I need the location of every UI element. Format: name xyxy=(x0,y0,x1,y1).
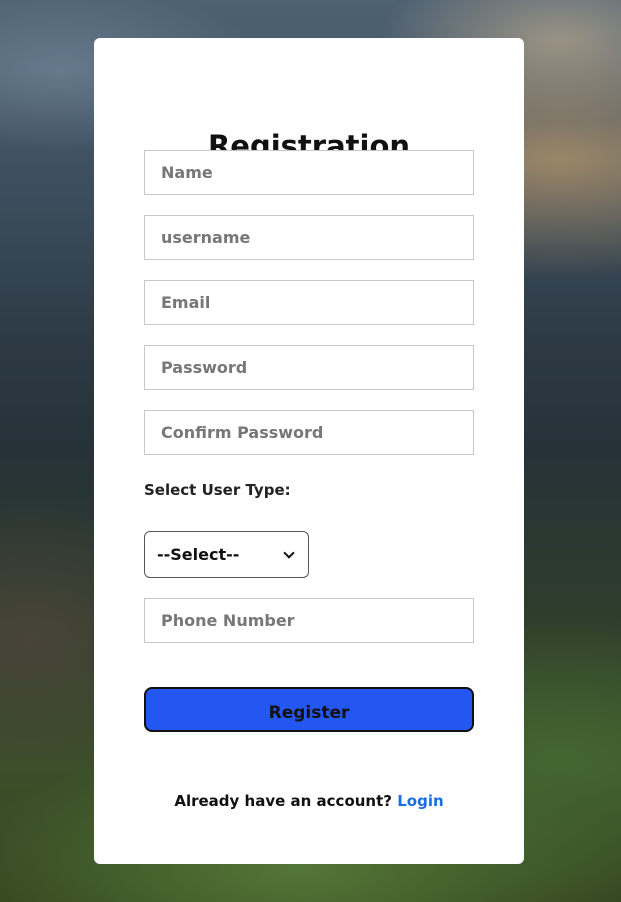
login-link[interactable]: Login xyxy=(397,792,443,810)
user-type-select[interactable]: --Select-- xyxy=(144,531,309,578)
login-prompt: Already have an account? Login xyxy=(94,791,524,811)
chevron-down-icon xyxy=(282,548,296,562)
username-input[interactable] xyxy=(144,215,474,260)
password-input[interactable] xyxy=(144,345,474,390)
user-type-selected-value: --Select-- xyxy=(157,545,240,564)
phone-number-input[interactable] xyxy=(144,598,474,643)
login-prompt-text: Already have an account? xyxy=(174,792,392,810)
registration-card: Registration Select User Type: --Select-… xyxy=(94,38,524,864)
email-input[interactable] xyxy=(144,280,474,325)
confirm-password-input[interactable] xyxy=(144,410,474,455)
user-type-label: Select User Type: xyxy=(144,481,291,499)
register-button[interactable]: Register xyxy=(144,687,474,732)
name-input[interactable] xyxy=(144,150,474,195)
